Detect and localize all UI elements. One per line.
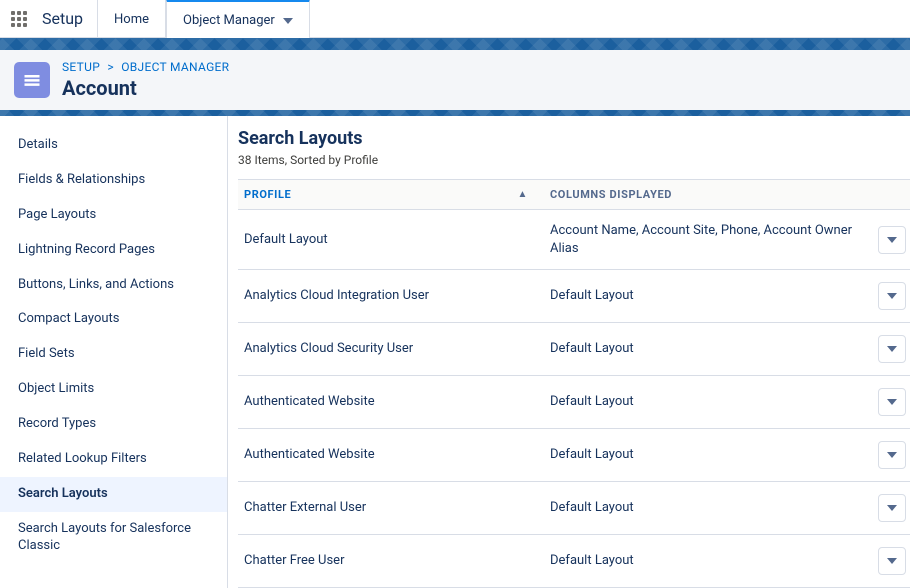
sidebar-item-search-layouts[interactable]: Search Layouts bbox=[0, 477, 227, 512]
cell-columns-displayed: Default Layout bbox=[544, 381, 872, 423]
cell-profile: Analytics Cloud Integration User bbox=[238, 275, 544, 317]
breadcrumb-setup[interactable]: SETUP bbox=[62, 60, 100, 74]
table-row: Authenticated WebsiteDefault Layout bbox=[238, 429, 910, 482]
sidebar-item-object-limits[interactable]: Object Limits bbox=[0, 372, 227, 407]
sidebar-item-fields-relationships[interactable]: Fields & Relationships bbox=[0, 163, 227, 198]
cell-profile: Chatter Free User bbox=[238, 540, 544, 582]
sidebar-item-search-layouts-for-salesforce-classic[interactable]: Search Layouts for Salesforce Classic bbox=[0, 512, 227, 564]
cell-actions bbox=[872, 323, 910, 375]
column-header-profile[interactable]: PROFILE ▲ bbox=[238, 180, 544, 209]
nav-tab-label: Home bbox=[114, 12, 149, 27]
table-row: Default LayoutAccount Name, Account Site… bbox=[238, 210, 910, 270]
main-title: Search Layouts bbox=[238, 128, 910, 149]
row-action-menu-button[interactable] bbox=[878, 441, 906, 469]
row-action-menu-button[interactable] bbox=[878, 226, 906, 254]
sidebar-item-details[interactable]: Details bbox=[0, 128, 227, 163]
cell-columns-displayed: Account Name, Account Site, Phone, Accou… bbox=[544, 210, 872, 269]
main-subtitle: 38 Items, Sorted by Profile bbox=[238, 153, 910, 167]
row-action-menu-button[interactable] bbox=[878, 282, 906, 310]
row-action-menu-button[interactable] bbox=[878, 494, 906, 522]
cell-columns-displayed: Default Layout bbox=[544, 540, 872, 582]
cell-columns-displayed: Default Layout bbox=[544, 275, 872, 317]
cell-profile: Chatter External User bbox=[238, 487, 544, 529]
cell-columns-displayed: Default Layout bbox=[544, 328, 872, 370]
row-action-menu-button[interactable] bbox=[878, 335, 906, 363]
cell-profile: Authenticated Website bbox=[238, 434, 544, 476]
app-launcher-icon[interactable] bbox=[0, 11, 38, 27]
cell-profile: Analytics Cloud Security User bbox=[238, 328, 544, 370]
top-nav: Setup Home Object Manager bbox=[0, 0, 910, 38]
nav-tab-label: Object Manager bbox=[183, 13, 275, 28]
cell-profile: Default Layout bbox=[238, 219, 544, 261]
app-title: Setup bbox=[38, 9, 97, 28]
page-header: SETUP > OBJECT MANAGER Account bbox=[0, 50, 910, 110]
main-content: Search Layouts 38 Items, Sorted by Profi… bbox=[228, 116, 910, 588]
table-row: Analytics Cloud Integration UserDefault … bbox=[238, 270, 910, 323]
table-header: PROFILE ▲ COLUMNS DISPLAYED bbox=[238, 179, 910, 210]
cell-actions bbox=[872, 429, 910, 481]
cell-columns-displayed: Default Layout bbox=[544, 434, 872, 476]
table-row: Chatter Free UserDefault Layout bbox=[238, 535, 910, 588]
breadcrumb-separator: > bbox=[107, 60, 114, 74]
object-icon bbox=[14, 62, 50, 98]
nav-tab-home[interactable]: Home bbox=[97, 0, 166, 38]
breadcrumb[interactable]: SETUP > OBJECT MANAGER bbox=[62, 60, 229, 74]
decorative-bar bbox=[0, 38, 910, 50]
column-header-actions bbox=[872, 180, 910, 209]
cell-actions bbox=[872, 535, 910, 587]
row-action-menu-button[interactable] bbox=[878, 388, 906, 416]
column-header-columns-displayed[interactable]: COLUMNS DISPLAYED bbox=[544, 180, 872, 209]
cell-profile: Authenticated Website bbox=[238, 381, 544, 423]
table-row: Analytics Cloud Security UserDefault Lay… bbox=[238, 323, 910, 376]
sidebar-item-field-sets[interactable]: Field Sets bbox=[0, 337, 227, 372]
table-row: Authenticated WebsiteDefault Layout bbox=[238, 376, 910, 429]
sidebar-item-record-types[interactable]: Record Types bbox=[0, 407, 227, 442]
cell-actions bbox=[872, 270, 910, 322]
cell-actions bbox=[872, 482, 910, 534]
page-title: Account bbox=[62, 76, 229, 100]
breadcrumb-object-manager[interactable]: OBJECT MANAGER bbox=[121, 60, 229, 74]
sort-ascending-icon: ▲ bbox=[518, 189, 529, 200]
cell-columns-displayed: Default Layout bbox=[544, 487, 872, 529]
sidebar-item-lightning-record-pages[interactable]: Lightning Record Pages bbox=[0, 233, 227, 268]
sidebar-item-related-lookup-filters[interactable]: Related Lookup Filters bbox=[0, 442, 227, 477]
row-action-menu-button[interactable] bbox=[878, 547, 906, 575]
sidebar-item-page-layouts[interactable]: Page Layouts bbox=[0, 198, 227, 233]
cell-actions bbox=[872, 376, 910, 428]
sidebar: DetailsFields & RelationshipsPage Layout… bbox=[0, 116, 228, 588]
nav-tab-object-manager[interactable]: Object Manager bbox=[166, 0, 310, 38]
sidebar-item-compact-layouts[interactable]: Compact Layouts bbox=[0, 302, 227, 337]
sidebar-item-buttons-links-and-actions[interactable]: Buttons, Links, and Actions bbox=[0, 268, 227, 303]
table-row: Chatter External UserDefault Layout bbox=[238, 482, 910, 535]
chevron-down-icon bbox=[283, 13, 293, 28]
cell-actions bbox=[872, 214, 910, 266]
